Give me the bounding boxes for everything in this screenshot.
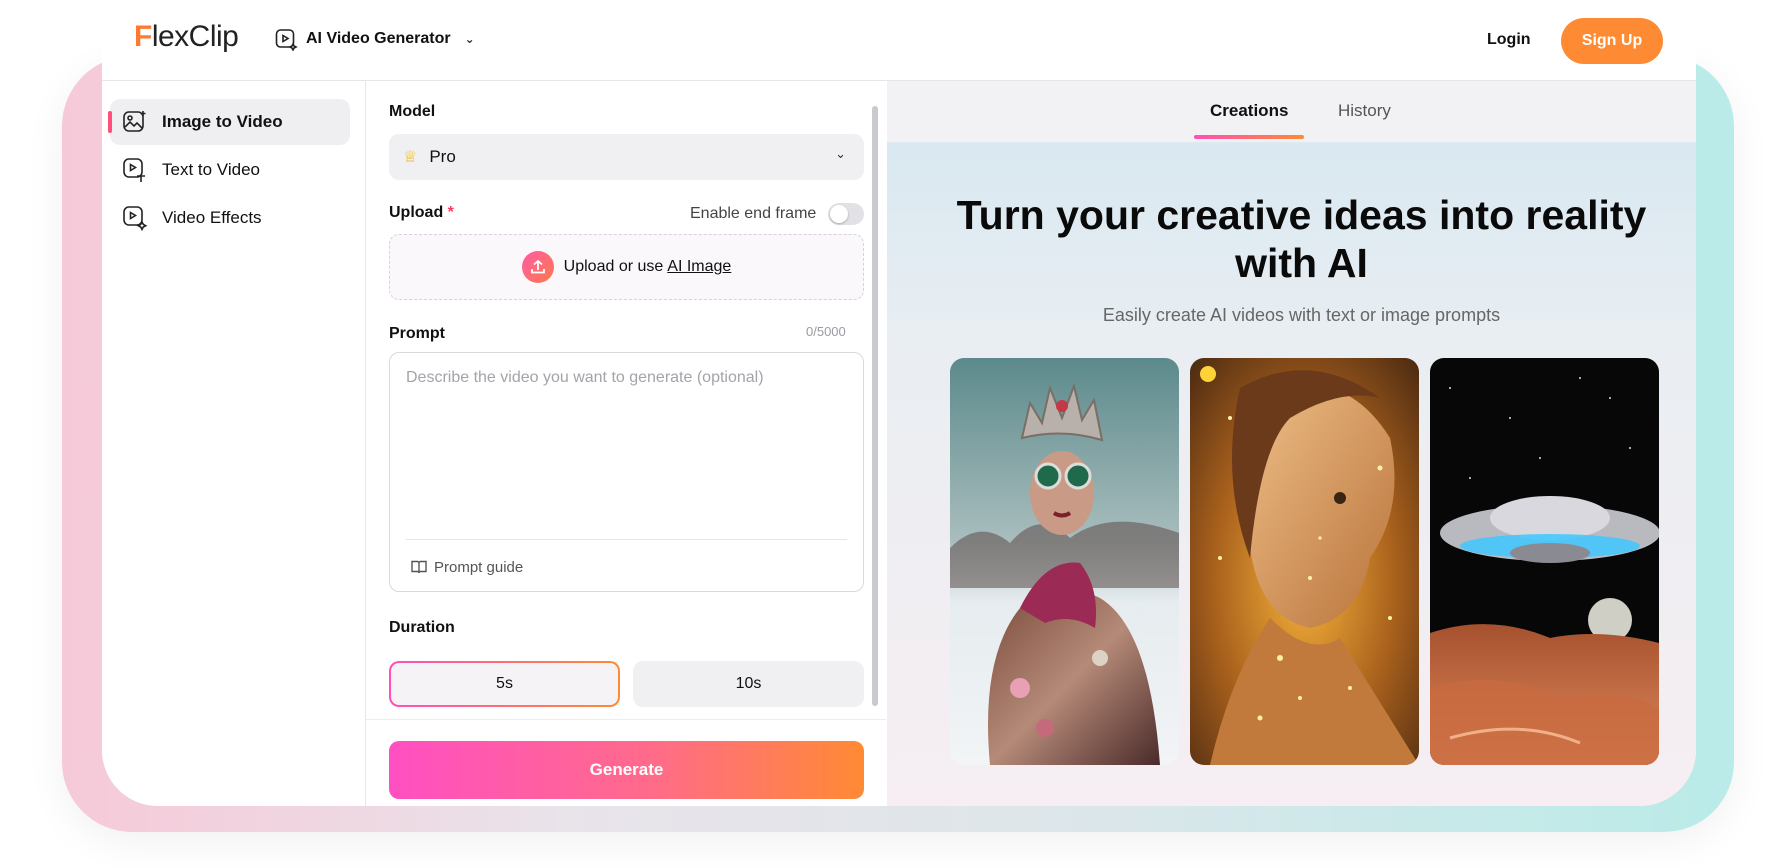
left-sidebar: Image to Video Text to Video Video Effec…: [102, 81, 366, 806]
upload-label: Upload *: [389, 204, 454, 222]
prompt-guide-button[interactable]: Prompt guide: [410, 558, 523, 576]
active-tab-indicator: [1194, 135, 1304, 139]
sidebar-item-label: Video Effects: [162, 208, 262, 227]
sidebar-item-label: Text to Video: [162, 160, 260, 179]
sample-image: [1430, 358, 1659, 765]
prompt-char-counter: 0/5000: [806, 324, 846, 339]
toggle-knob: [830, 205, 848, 223]
sample-card-ufo-canyon[interactable]: [1430, 358, 1659, 765]
chevron-down-icon: ⌄: [835, 146, 846, 161]
text-to-video-icon: [123, 158, 145, 182]
logo-rest: lexClip: [151, 20, 239, 53]
panel-tabs: Creations History: [887, 81, 1696, 140]
generate-button[interactable]: Generate: [389, 741, 864, 799]
duration-label: Duration: [389, 619, 455, 636]
video-effects-icon: [123, 206, 148, 231]
upload-dropzone[interactable]: Upload or use AI Image: [389, 234, 864, 300]
model-value: Pro: [429, 147, 456, 166]
upload-label-text: Upload: [389, 204, 444, 221]
prompt-divider: [406, 539, 847, 540]
sidebar-item-label: Image to Video: [162, 112, 283, 131]
form-scrollbar[interactable]: [872, 106, 878, 706]
sample-image: [1190, 358, 1419, 765]
product-switcher[interactable]: AI Video Generator ⌄: [274, 27, 475, 51]
preview-panel: Creations History Turn your creative ide…: [887, 81, 1696, 806]
enable-end-frame-toggle[interactable]: [828, 203, 864, 225]
top-bar: FlexClip AI Video Generator ⌄ Login Sign…: [102, 0, 1696, 81]
upload-icon: [521, 251, 554, 283]
sample-card-glowing-woman[interactable]: [1190, 358, 1419, 765]
duration-option-5s[interactable]: 5s: [389, 661, 620, 707]
tab-creations[interactable]: Creations: [1210, 101, 1288, 121]
chevron-down-icon: ⌄: [464, 32, 475, 46]
duration-option-10s[interactable]: 10s: [633, 661, 864, 707]
sidebar-item-text-to-video[interactable]: Text to Video: [110, 147, 350, 193]
sidebar-item-video-effects[interactable]: Video Effects: [110, 195, 350, 241]
model-select[interactable]: ♕ Pro ⌄: [389, 134, 864, 180]
hero-title: Turn your creative ideas into reality wi…: [956, 192, 1647, 286]
flexclip-logo[interactable]: FlexClip: [134, 20, 239, 54]
scrollbar-thumb[interactable]: [872, 106, 878, 706]
signup-button[interactable]: Sign Up: [1561, 18, 1663, 64]
sample-image: [950, 358, 1179, 765]
generate-bar: Generate: [366, 719, 886, 806]
app-window: FlexClip AI Video Generator ⌄ Login Sign…: [102, 0, 1696, 806]
generator-form: Model ♕ Pro ⌄ Upload * Enable end frame …: [366, 81, 886, 806]
prompt-label: Prompt: [389, 325, 445, 342]
crown-icon: ♕: [403, 149, 418, 166]
sample-card-crowned-woman[interactable]: [950, 358, 1179, 765]
book-icon: [411, 560, 427, 574]
product-label: AI Video Generator: [306, 30, 451, 47]
required-mark: *: [447, 204, 454, 221]
tab-history[interactable]: History: [1338, 101, 1391, 121]
ai-video-icon: [275, 29, 298, 51]
prompt-textarea[interactable]: Describe the video you want to generate …: [389, 352, 864, 592]
prompt-guide-label: Prompt guide: [434, 558, 524, 576]
sidebar-item-image-to-video[interactable]: Image to Video: [108, 99, 350, 145]
image-to-video-icon: [123, 111, 146, 132]
upload-text: Upload or use: [563, 258, 664, 275]
login-link[interactable]: Login: [1487, 31, 1531, 49]
hero-subtitle: Easily create AI videos with text or ima…: [1102, 305, 1501, 325]
enable-end-frame-label: Enable end frame: [690, 205, 817, 222]
ai-image-link[interactable]: AI Image: [667, 258, 731, 276]
prompt-placeholder: Describe the video you want to generate …: [406, 369, 764, 386]
model-label: Model: [389, 103, 436, 120]
